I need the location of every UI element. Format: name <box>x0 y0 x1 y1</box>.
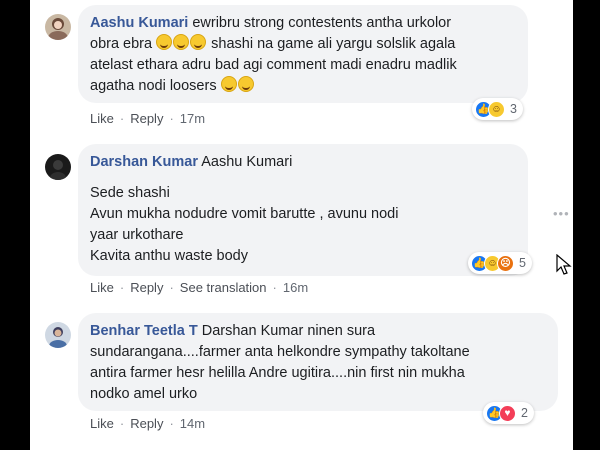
haha-reaction-icon: ☺ <box>488 100 505 118</box>
reaction-summary[interactable]: 👍 ☺ ☹ 5 <box>468 252 532 274</box>
comment-text: obra ebra <box>90 36 153 52</box>
comment-text: ewribru strong contestents antha urkolor <box>192 15 452 31</box>
comment-thread: Aashu Kumari ewribru strong contestents … <box>30 0 573 450</box>
avatar[interactable] <box>45 14 71 40</box>
comment-author[interactable]: Benhar Teetla T <box>90 323 198 339</box>
reaction-count: 2 <box>521 406 528 420</box>
avatar[interactable] <box>45 154 71 180</box>
comment-bubble: Benhar Teetla T Darshan Kumar ninen sura… <box>78 313 558 411</box>
mouse-cursor-icon <box>556 254 572 275</box>
mention-link[interactable]: Aashu Kumari <box>201 154 292 170</box>
comment-text: agatha nodi loosers <box>90 78 217 94</box>
comment-text: Sede shashi <box>90 185 170 201</box>
reaction-count: 5 <box>519 256 526 270</box>
comment-text: yaar urkothare <box>90 227 184 243</box>
comment-text: atelast ethara adru bad agi comment madi… <box>90 57 457 73</box>
reaction-summary[interactable]: 👍 ♥ 2 <box>483 402 534 424</box>
comment-actions: Like · Reply · See translation · 16m <box>90 280 309 295</box>
like-link[interactable]: Like <box>90 416 114 431</box>
grinning-emoji-icon <box>173 34 190 50</box>
comment-bubble: Aashu Kumari ewribru strong contestents … <box>78 5 528 103</box>
avatar-image <box>45 14 71 40</box>
reaction-summary[interactable]: 👍 ☺ 3 <box>472 98 523 120</box>
like-link[interactable]: Like <box>90 280 114 295</box>
comment-text: sundarangana....farmer anta helkondre sy… <box>90 344 470 360</box>
laughing-emoji-icon <box>237 76 254 92</box>
timestamp[interactable]: 17m <box>180 111 205 126</box>
mention-link[interactable]: Darshan Kumar <box>202 323 304 339</box>
comment-text: antira farmer hesr helilla Andre ugitira… <box>90 365 465 381</box>
grinning-emoji-icon <box>156 34 173 50</box>
comment-author[interactable]: Darshan Kumar <box>90 154 198 170</box>
reply-link[interactable]: Reply <box>130 111 163 126</box>
love-reaction-icon: ♥ <box>499 404 516 422</box>
comment-text: nodko amel urko <box>90 386 198 402</box>
more-options-icon[interactable]: ••• <box>553 206 570 221</box>
avatar-image <box>45 322 71 348</box>
timestamp[interactable]: 14m <box>180 416 205 431</box>
comment-author[interactable]: Aashu Kumari <box>90 15 188 31</box>
angry-reaction-icon: ☹ <box>497 254 514 272</box>
laughing-emoji-icon <box>220 76 237 92</box>
comment-actions: Like · Reply · 14m <box>90 416 206 431</box>
comment-text: Avun mukha nodudre vomit barutte , avunu… <box>90 206 399 222</box>
comment-bubble: Darshan Kumar Aashu Kumari Sede shashi A… <box>78 144 528 276</box>
comment-actions: Like · Reply · 17m <box>90 111 206 126</box>
comment-text: ninen sura <box>307 323 376 339</box>
avatar[interactable] <box>45 322 71 348</box>
avatar-image <box>45 154 71 180</box>
comment-text: Kavita anthu waste body <box>90 248 248 264</box>
comment-text: shashi na game ali yargu solslik agala <box>211 36 456 52</box>
reaction-count: 3 <box>510 102 517 116</box>
timestamp[interactable]: 16m <box>283 280 308 295</box>
see-translation-link[interactable]: See translation <box>180 280 267 295</box>
reply-link[interactable]: Reply <box>130 416 163 431</box>
reply-link[interactable]: Reply <box>130 280 163 295</box>
grinning-emoji-icon <box>190 34 207 50</box>
like-link[interactable]: Like <box>90 111 114 126</box>
